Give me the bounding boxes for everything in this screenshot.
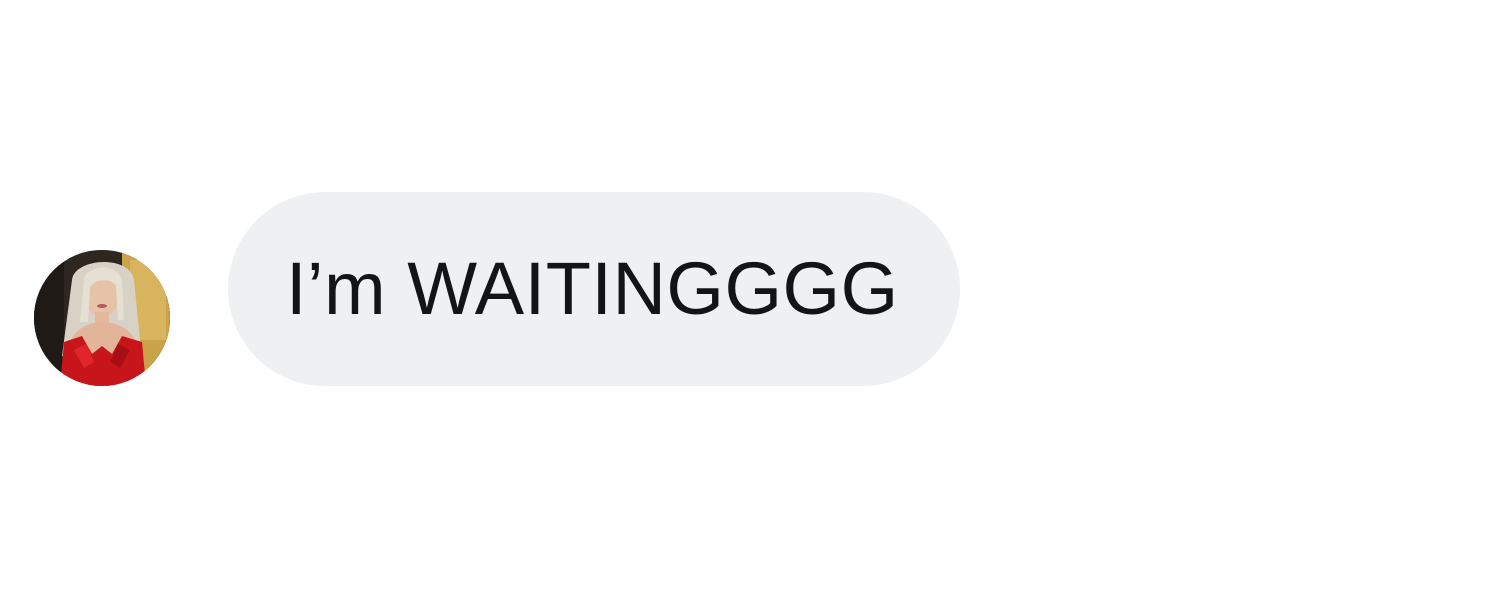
message-bubble[interactable]: I’m WAITINGGGG bbox=[228, 192, 960, 386]
sender-avatar[interactable] bbox=[34, 250, 170, 386]
chat-canvas: I’m WAITINGGGG bbox=[0, 0, 1500, 598]
avatar-image bbox=[34, 250, 170, 386]
message-row: I’m WAITINGGGG bbox=[0, 0, 1500, 598]
message-text: I’m WAITINGGGG bbox=[286, 247, 899, 330]
